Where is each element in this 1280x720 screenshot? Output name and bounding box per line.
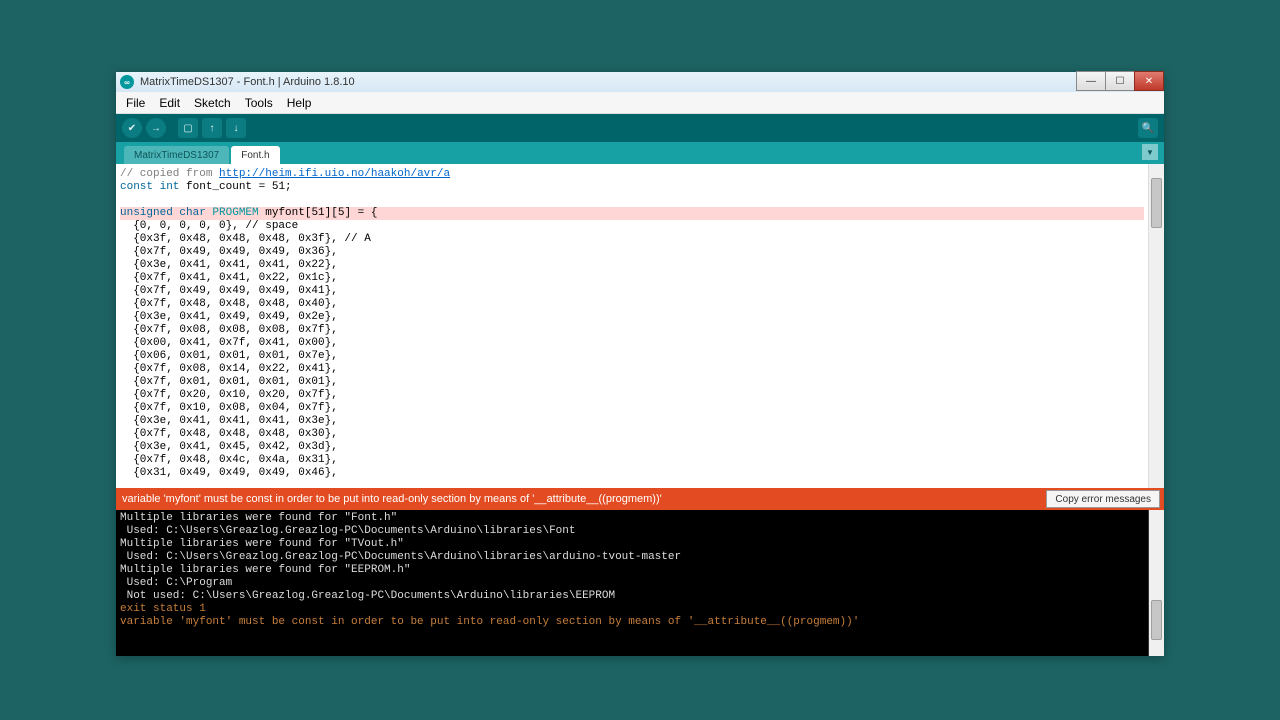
code-comment: // copied from: [120, 168, 219, 180]
console-scrollbar[interactable]: [1148, 510, 1164, 656]
menu-sketch[interactable]: Sketch: [188, 94, 237, 112]
error-status-bar: variable 'myfont' must be const in order…: [116, 488, 1164, 510]
console-line: Not used: C:\Users\Greazlog.Greazlog-PC\…: [120, 590, 615, 602]
menu-help[interactable]: Help: [281, 94, 318, 112]
code-line: {0x3e, 0x41, 0x41, 0x41, 0x3e},: [120, 415, 338, 427]
code-line: {0x7f, 0x48, 0x48, 0x48, 0x30},: [120, 428, 338, 440]
code-line: {0x7f, 0x49, 0x49, 0x49, 0x41},: [120, 285, 338, 297]
scrollbar-thumb[interactable]: [1151, 600, 1162, 640]
error-message: variable 'myfont' must be const in order…: [122, 493, 662, 505]
window-controls: — ☐ ✕: [1077, 71, 1164, 91]
code-line: {0x7f, 0x41, 0x41, 0x22, 0x1c},: [120, 272, 338, 284]
code-error-line: unsigned char PROGMEM myfont[51][5] = {: [120, 207, 1144, 220]
menu-tools[interactable]: Tools: [239, 94, 279, 112]
console-area: Multiple libraries were found for "Font.…: [116, 510, 1164, 656]
code-line: {0x3e, 0x41, 0x49, 0x49, 0x2e},: [120, 311, 338, 323]
maximize-button[interactable]: ☐: [1105, 71, 1135, 91]
arduino-ide-window: MatrixTimeDS1307 - Font.h | Arduino 1.8.…: [116, 72, 1164, 656]
code-line: {0x7f, 0x08, 0x14, 0x22, 0x41},: [120, 363, 338, 375]
copy-error-button[interactable]: Copy error messages: [1046, 490, 1160, 508]
minimize-button[interactable]: —: [1076, 71, 1106, 91]
code-keyword: unsigned char: [120, 207, 212, 219]
toolbar: ✔ → ▢ ↑ ↓ 🔍: [116, 114, 1164, 142]
code-line: {0x7f, 0x48, 0x4c, 0x4a, 0x31},: [120, 454, 338, 466]
code-line: {0x3e, 0x41, 0x45, 0x42, 0x3d},: [120, 441, 338, 453]
upload-button[interactable]: →: [146, 118, 166, 138]
console-line: Used: C:\Users\Greazlog.Greazlog-PC\Docu…: [120, 525, 575, 537]
console-line: exit status 1: [120, 603, 206, 615]
menu-file[interactable]: File: [120, 94, 151, 112]
menubar: File Edit Sketch Tools Help: [116, 92, 1164, 114]
titlebar[interactable]: MatrixTimeDS1307 - Font.h | Arduino 1.8.…: [116, 72, 1164, 92]
code-line: {0x7f, 0x10, 0x08, 0x04, 0x7f},: [120, 402, 338, 414]
code-line: {0x7f, 0x20, 0x10, 0x20, 0x7f},: [120, 389, 338, 401]
console-line: variable 'myfont' must be const in order…: [120, 616, 859, 628]
editor-scrollbar[interactable]: [1148, 164, 1164, 488]
code-line: {0x00, 0x41, 0x7f, 0x41, 0x00},: [120, 337, 338, 349]
code-keyword: const int: [120, 181, 179, 193]
serial-monitor-button[interactable]: 🔍: [1138, 118, 1158, 138]
code-progmem: PROGMEM: [212, 207, 258, 219]
code-text: myfont[51][5] = {: [259, 207, 378, 219]
tabbar: MatrixTimeDS1307 Font.h ▼: [116, 142, 1164, 164]
scrollbar-thumb[interactable]: [1151, 178, 1162, 228]
tab-matrixtime[interactable]: MatrixTimeDS1307: [124, 146, 229, 164]
code-line: {0x31, 0x49, 0x49, 0x49, 0x46},: [120, 467, 338, 479]
code-text: font_count = 51;: [179, 181, 291, 193]
console-line: Used: C:\Program: [120, 577, 232, 589]
code-url[interactable]: http://heim.ifi.uio.no/haakoh/avr/a: [219, 168, 450, 180]
code-line: {0x7f, 0x48, 0x48, 0x48, 0x40},: [120, 298, 338, 310]
console-line: Multiple libraries were found for "EEPRO…: [120, 564, 410, 576]
editor-area: // copied from http://heim.ifi.uio.no/ha…: [116, 164, 1164, 488]
console-line: Multiple libraries were found for "TVout…: [120, 538, 404, 550]
code-line: {0x06, 0x01, 0x01, 0x01, 0x7e},: [120, 350, 338, 362]
new-button[interactable]: ▢: [178, 118, 198, 138]
close-button[interactable]: ✕: [1134, 71, 1164, 91]
save-button[interactable]: ↓: [226, 118, 246, 138]
verify-button[interactable]: ✔: [122, 118, 142, 138]
tab-font-h[interactable]: Font.h: [231, 146, 279, 164]
code-line: {0x7f, 0x08, 0x08, 0x08, 0x7f},: [120, 324, 338, 336]
code-line: {0, 0, 0, 0, 0}, // space: [120, 220, 298, 232]
code-line: {0x3f, 0x48, 0x48, 0x48, 0x3f}, // A: [120, 233, 371, 245]
open-button[interactable]: ↑: [202, 118, 222, 138]
code-line: {0x3e, 0x41, 0x41, 0x41, 0x22},: [120, 259, 338, 271]
code-line: {0x7f, 0x01, 0x01, 0x01, 0x01},: [120, 376, 338, 388]
menu-edit[interactable]: Edit: [153, 94, 186, 112]
tab-dropdown-icon[interactable]: ▼: [1142, 144, 1158, 160]
console-output[interactable]: Multiple libraries were found for "Font.…: [116, 510, 1148, 656]
code-line: {0x7f, 0x49, 0x49, 0x49, 0x36},: [120, 246, 338, 258]
console-line: Multiple libraries were found for "Font.…: [120, 512, 397, 524]
window-title: MatrixTimeDS1307 - Font.h | Arduino 1.8.…: [140, 76, 355, 88]
arduino-logo-icon: [120, 75, 134, 89]
code-editor[interactable]: // copied from http://heim.ifi.uio.no/ha…: [116, 164, 1148, 488]
console-line: Used: C:\Users\Greazlog.Greazlog-PC\Docu…: [120, 551, 681, 563]
